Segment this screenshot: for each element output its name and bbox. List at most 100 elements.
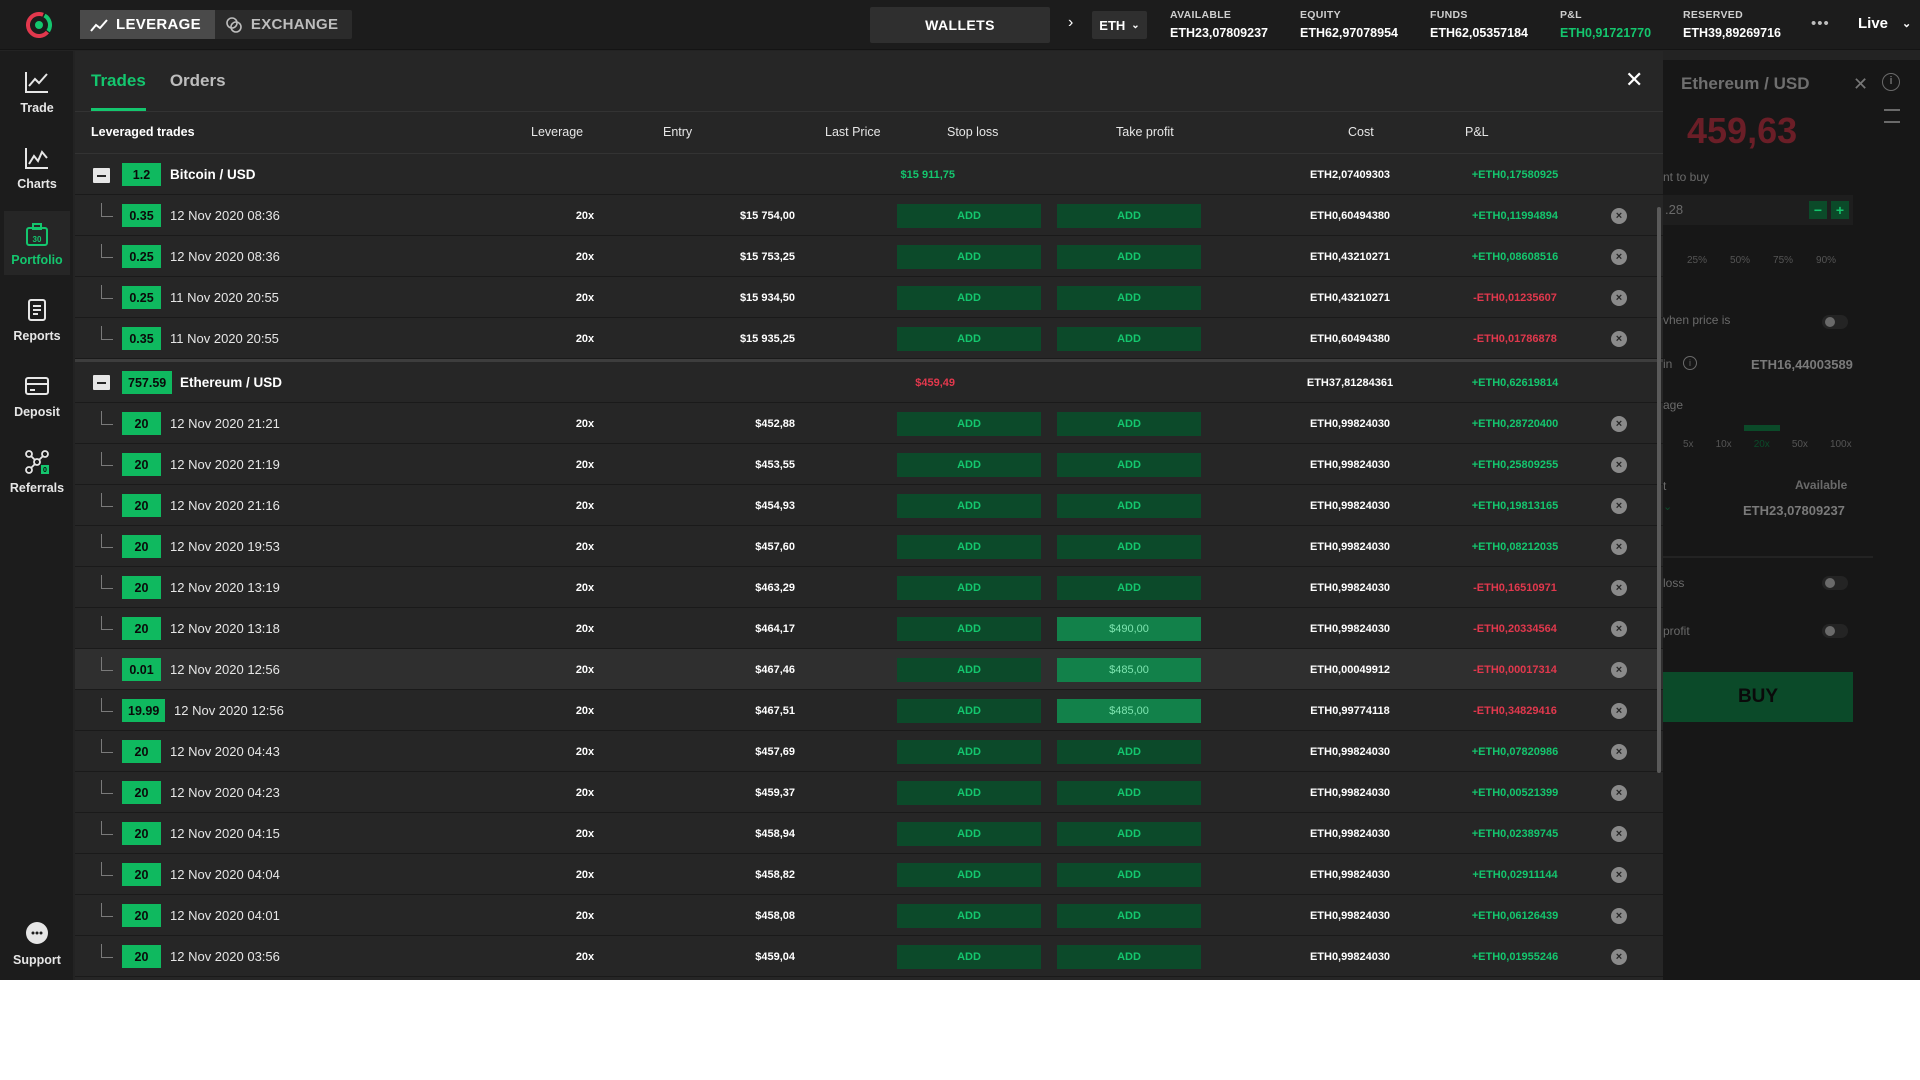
add-stop-loss-button[interactable]: ADD — [897, 658, 1041, 682]
trade-row[interactable]: 0.25 12 Nov 2020 08:36 20x $15 753,25 $1… — [75, 236, 1663, 277]
trade-row[interactable]: 20 12 Nov 2020 04:43 20x $457,69 $459,49… — [75, 731, 1663, 772]
trade-row[interactable]: 20 12 Nov 2020 21:21 20x $452,88 $459,49… — [75, 403, 1663, 444]
close-panel-icon[interactable]: ✕ — [1625, 67, 1643, 93]
close-trade-icon[interactable]: × — [1611, 539, 1627, 555]
trade-row[interactable]: 0.25 11 Nov 2020 20:55 20x $15 934,50 $1… — [75, 277, 1663, 318]
take-profit-button[interactable]: ADD — [1057, 535, 1201, 559]
trade-row[interactable]: 20 12 Nov 2020 04:15 20x $458,94 $459,49… — [75, 813, 1663, 854]
trade-row[interactable]: 20 12 Nov 2020 21:19 20x $453,55 $459,49… — [75, 444, 1663, 485]
take-profit-button[interactable]: ADD — [1057, 204, 1201, 228]
close-trade-icon[interactable]: × — [1611, 457, 1627, 473]
tab-orders[interactable]: Orders — [170, 51, 226, 111]
percent-preset-button[interactable]: 75% — [1773, 255, 1793, 266]
more-options-icon[interactable]: ••• — [1811, 15, 1830, 32]
chevron-right-icon[interactable]: › — [1068, 14, 1082, 34]
add-stop-loss-button[interactable]: ADD — [897, 617, 1041, 641]
close-trade-icon[interactable]: × — [1611, 703, 1627, 719]
sidebar-item-deposit[interactable]: Deposit — [4, 363, 70, 427]
add-stop-loss-button[interactable]: ADD — [897, 904, 1041, 928]
sidebar-item-charts[interactable]: Charts — [4, 135, 70, 199]
take-profit-button[interactable]: ADD — [1057, 945, 1201, 969]
take-profit-button[interactable]: ADD — [1057, 245, 1201, 269]
add-stop-loss-button[interactable]: ADD — [897, 535, 1041, 559]
close-trade-icon[interactable]: × — [1611, 416, 1627, 432]
percent-preset-button[interactable]: 90% — [1816, 255, 1836, 266]
add-stop-loss-button[interactable]: ADD — [897, 204, 1041, 228]
close-trade-icon[interactable]: × — [1611, 249, 1627, 265]
close-trade-icon[interactable]: × — [1611, 580, 1627, 596]
close-trade-icon[interactable]: × — [1611, 621, 1627, 637]
add-stop-loss-button[interactable]: ADD — [897, 286, 1041, 310]
take-profit-button[interactable]: ADD — [1057, 863, 1201, 887]
close-trade-icon[interactable]: × — [1611, 949, 1627, 965]
add-stop-loss-button[interactable]: ADD — [897, 576, 1041, 600]
close-trade-icon[interactable]: × — [1611, 744, 1627, 760]
add-stop-loss-button[interactable]: ADD — [897, 945, 1041, 969]
take-profit-button[interactable]: $485,00 — [1057, 658, 1201, 682]
trade-row[interactable]: 0.35 12 Nov 2020 08:36 20x $15 754,00 $1… — [75, 195, 1663, 236]
trade-group-row[interactable]: 757.59 Ethereum / USD $459,49 ETH37,8128… — [75, 359, 1663, 403]
trade-row[interactable]: 0.01 12 Nov 2020 12:56 20x $467,46 $459,… — [75, 649, 1663, 690]
take-profit-button[interactable]: ADD — [1057, 576, 1201, 600]
trade-row[interactable]: 19.99 12 Nov 2020 12:56 20x $467,51 $459… — [75, 690, 1663, 731]
leverage-preset-button[interactable]: 50x — [1792, 439, 1808, 450]
trade-row[interactable]: 20 12 Nov 2020 21:16 20x $454,93 $459,49… — [75, 485, 1663, 526]
add-stop-loss-button[interactable]: ADD — [897, 740, 1041, 764]
add-stop-loss-button[interactable]: ADD — [897, 699, 1041, 723]
take-profit-button[interactable]: ADD — [1057, 781, 1201, 805]
close-trade-icon[interactable]: × — [1611, 208, 1627, 224]
exchange-mode-button[interactable]: EXCHANGE — [215, 10, 352, 39]
close-trade-icon[interactable]: × — [1611, 331, 1627, 347]
take-profit-button[interactable]: ADD — [1057, 327, 1201, 351]
close-trade-icon[interactable]: × — [1611, 662, 1627, 678]
add-stop-loss-button[interactable]: ADD — [897, 781, 1041, 805]
collapse-group-icon[interactable] — [93, 168, 110, 183]
leverage-slider-handle[interactable] — [1744, 425, 1780, 431]
sidebar-item-portfolio[interactable]: 30 Portfolio — [4, 211, 70, 275]
take-profit-button[interactable]: ADD — [1057, 453, 1201, 477]
info-icon[interactable]: i — [1882, 73, 1900, 91]
take-profit-button[interactable]: ADD — [1057, 822, 1201, 846]
take-profit-button[interactable]: ADD — [1057, 904, 1201, 928]
trade-group-row[interactable]: 1.2 Bitcoin / USD $15 911,75 ETH2,074093… — [75, 154, 1663, 195]
trade-row[interactable]: 20 12 Nov 2020 03:56 20x $459,04 $459,49… — [75, 936, 1663, 977]
wallets-button[interactable]: WALLETS — [870, 7, 1050, 43]
close-trade-icon[interactable]: × — [1611, 867, 1627, 883]
leverage-preset-button[interactable]: 100x — [1830, 439, 1852, 450]
add-stop-loss-button[interactable]: ADD — [897, 245, 1041, 269]
take-profit-button[interactable]: ADD — [1057, 286, 1201, 310]
chevron-down-icon[interactable]: ⌄ — [1663, 500, 1672, 513]
take-profit-toggle[interactable] — [1822, 624, 1848, 638]
take-profit-button[interactable]: $485,00 — [1057, 699, 1201, 723]
info-icon[interactable]: i — [1683, 356, 1697, 370]
add-stop-loss-button[interactable]: ADD — [897, 412, 1041, 436]
when-price-toggle[interactable] — [1822, 315, 1848, 329]
close-order-panel-icon[interactable]: ✕ — [1853, 74, 1868, 95]
sidebar-item-support[interactable]: Support — [4, 911, 70, 975]
add-stop-loss-button[interactable]: ADD — [897, 822, 1041, 846]
minus-icon[interactable]: − — [1809, 201, 1827, 219]
close-trade-icon[interactable]: × — [1611, 290, 1627, 306]
order-book-icon[interactable] — [1884, 109, 1900, 123]
add-stop-loss-button[interactable]: ADD — [897, 863, 1041, 887]
add-stop-loss-button[interactable]: ADD — [897, 453, 1041, 477]
environment-select[interactable]: Live ⌄ — [1858, 15, 1911, 32]
close-trade-icon[interactable]: × — [1611, 826, 1627, 842]
take-profit-button[interactable]: ADD — [1057, 740, 1201, 764]
stop-loss-toggle[interactable] — [1822, 576, 1848, 590]
trade-row[interactable]: 0.35 11 Nov 2020 20:55 20x $15 935,25 $1… — [75, 318, 1663, 359]
plus-icon[interactable]: + — [1831, 201, 1849, 219]
tab-trades[interactable]: Trades — [91, 51, 146, 111]
take-profit-button[interactable]: ADD — [1057, 494, 1201, 518]
trade-row[interactable]: 20 12 Nov 2020 19:53 20x $457,60 $459,49… — [75, 526, 1663, 567]
collapse-group-icon[interactable] — [93, 375, 110, 390]
take-profit-button[interactable]: ADD — [1057, 412, 1201, 436]
percent-preset-button[interactable]: 25% — [1687, 255, 1707, 266]
app-logo[interactable] — [26, 12, 52, 38]
currency-select[interactable]: ETH ⌄ — [1092, 11, 1147, 39]
trade-row[interactable]: 20 12 Nov 2020 04:23 20x $459,37 $459,49… — [75, 772, 1663, 813]
sidebar-item-referrals[interactable]: 0 Referrals — [4, 439, 70, 503]
close-trade-icon[interactable]: × — [1611, 498, 1627, 514]
sidebar-item-trade[interactable]: Trade — [4, 59, 70, 123]
buy-button[interactable]: BUY — [1663, 672, 1853, 722]
